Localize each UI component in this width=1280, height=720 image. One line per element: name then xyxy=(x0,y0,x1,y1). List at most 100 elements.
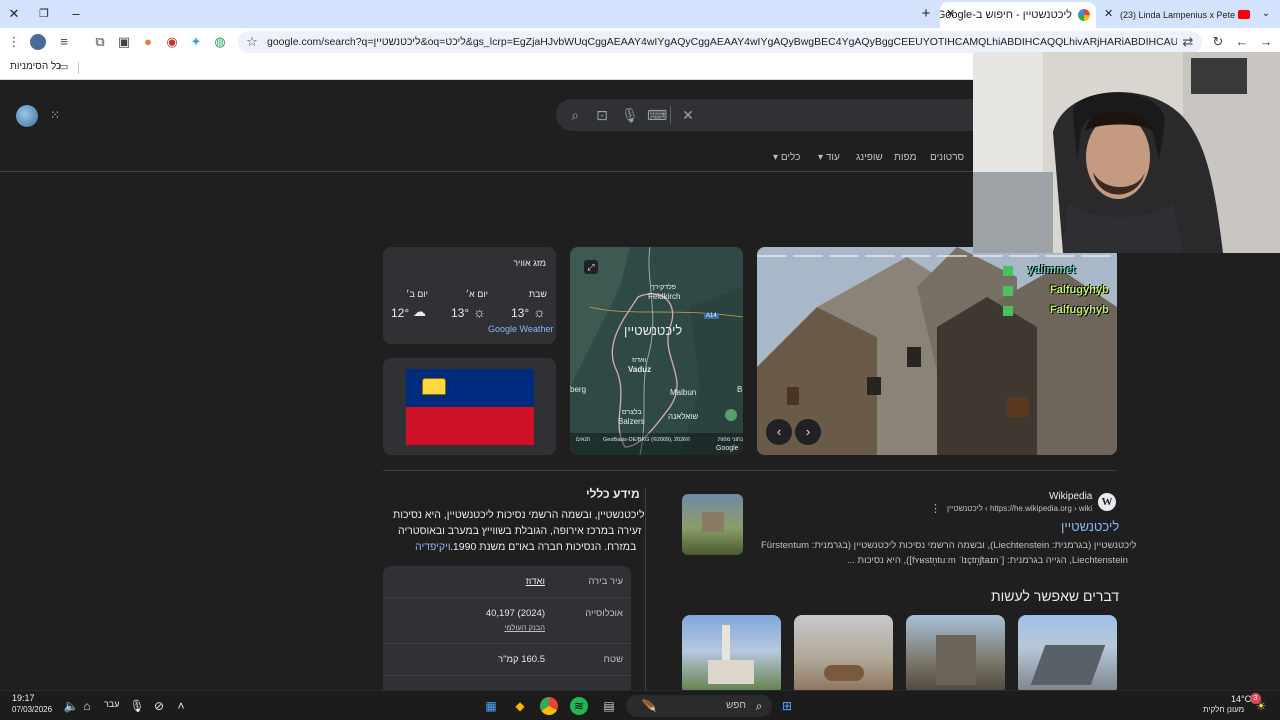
weather-temp-1: 13° xyxy=(511,306,530,320)
back-icon[interactable]: ← xyxy=(1234,34,1250,50)
tab-tools-label: כלים xyxy=(780,152,801,163)
photo-next-button[interactable]: › xyxy=(795,419,821,445)
reload-icon[interactable]: ↻ xyxy=(1210,34,1226,50)
castle-shape xyxy=(702,512,724,532)
map-card[interactable]: ⤢ פלדקירך Feldkirch A14 ליכטנשטיין ואדוז… xyxy=(570,247,743,455)
wiki-snippet-line1: ליכטנשטיין (בגרמנית: Liechtenstein), ובש… xyxy=(761,540,1137,551)
webcam-feed xyxy=(973,52,1280,253)
info-desc-line3: במזרח. הנסיכות חברה באו"ם משנת 1990. xyxy=(450,541,637,553)
info-label: שטח xyxy=(603,654,623,665)
wiki-thumbnail[interactable] xyxy=(682,494,743,555)
new-tab-icon[interactable]: + xyxy=(916,4,936,24)
weather-temp[interactable]: 14°C xyxy=(1231,694,1251,704)
map-label-malbun: Malbun xyxy=(670,388,697,397)
weather-card[interactable]: מזג אוויר שבת יום א׳ יום ב׳ 13° ☼ 13° ☼ … xyxy=(383,247,556,344)
language-indicator[interactable]: עבר xyxy=(104,699,119,709)
wiki-title-link[interactable]: ליכטנשטיין xyxy=(1061,519,1119,534)
tab-shopping[interactable]: שופינג xyxy=(856,152,883,163)
tab-search-chevron-icon[interactable]: ⌄ xyxy=(1256,4,1276,24)
weather-desc[interactable]: מעונן חלקית xyxy=(1203,705,1244,714)
wiki-breadcrumb[interactable]: https://he.wikipedia.org › wiki › ליכטנש… xyxy=(947,504,1092,513)
site-settings-icon[interactable]: ⇄ xyxy=(1180,34,1196,50)
extension-screen-icon[interactable]: ▣ xyxy=(116,34,132,50)
tab-youtube[interactable]: ✕ (23) Linda Lampenius x Pete Pa xyxy=(1100,2,1252,28)
clock-time[interactable]: 19:17 xyxy=(12,693,35,703)
start-button-icon[interactable]: ⊞ xyxy=(778,697,796,715)
tab-tools[interactable]: כלים ▾ xyxy=(773,152,800,163)
extension-orange-icon[interactable]: ● xyxy=(140,34,156,50)
thing-to-do-museum-modern[interactable] xyxy=(1018,615,1117,690)
map-data-label: נתוני מפות xyxy=(718,437,743,443)
google-account-avatar[interactable] xyxy=(16,105,38,127)
camera-off-icon[interactable]: ⊘ xyxy=(150,697,168,715)
url-text[interactable]: google.com/search?q=ליכטנשטיין&oq=ליכט&g… xyxy=(267,34,1177,50)
clock-date[interactable]: 07/03/2026 xyxy=(12,705,52,714)
tab-google-search[interactable]: ✕ ליכטנשטיין - חיפוש ב-Google xyxy=(940,2,1096,28)
microphone-icon[interactable]: 🎙 xyxy=(128,697,146,715)
profile-avatar[interactable] xyxy=(30,34,46,50)
task-view-icon[interactable]: ▦ xyxy=(482,697,500,715)
things-to-do-heading: דברים שאפשר לעשות xyxy=(991,588,1120,604)
info-label: עיר בירה xyxy=(588,576,623,587)
flag-card[interactable] xyxy=(383,358,556,455)
apps-grid-icon[interactable]: ⁙ xyxy=(50,109,62,121)
info-heading: מידע כללי xyxy=(586,487,640,501)
thing-to-do-church[interactable] xyxy=(682,615,781,690)
expand-map-icon[interactable]: ⤢ xyxy=(584,260,598,274)
file-explorer-icon[interactable]: ▤ xyxy=(600,697,618,715)
bookmark-star-icon[interactable]: ☆ xyxy=(244,34,260,50)
microphone-icon[interactable]: 🎙 xyxy=(621,107,639,123)
info-row-population: אוכלוסייה 40,197 (2024) הבנק העולמי xyxy=(383,598,631,644)
crown-icon xyxy=(422,378,446,395)
separator xyxy=(78,62,79,74)
wiki-source-name[interactable]: Wikipedia xyxy=(1049,491,1092,502)
tab-maps[interactable]: מפות xyxy=(894,152,916,163)
info-desc-line2: זעירה במרכז אירופה, הגובלת בשווייץ במערב… xyxy=(398,525,642,537)
app-icon[interactable]: ◆ xyxy=(511,697,529,715)
wikipedia-link[interactable]: ויקיפדיה xyxy=(415,541,451,553)
badge-icon xyxy=(1003,266,1013,276)
extension-red-icon[interactable]: ◉ xyxy=(164,34,180,50)
info-value-link[interactable]: ואדוז xyxy=(526,576,545,587)
map-label-berg: berg xyxy=(570,385,587,394)
taskbar-search-placeholder: חפש xyxy=(726,700,746,711)
lens-icon[interactable]: ⊡ xyxy=(594,107,610,123)
photo-prev-button[interactable]: ‹ xyxy=(766,419,792,445)
google-weather-link[interactable]: Google Weather xyxy=(488,324,553,334)
chrome-icon[interactable] xyxy=(540,697,558,715)
castle-photo-card[interactable]: ‹ › xyxy=(757,247,1117,455)
extensions-icon[interactable]: ⧉ xyxy=(92,34,108,50)
all-bookmarks-label[interactable]: כל הסימניות xyxy=(10,61,61,72)
clear-icon[interactable]: ✕ xyxy=(680,107,696,123)
extension-blue-icon[interactable]: ✦ xyxy=(188,34,204,50)
map-label-vaduz-he: ואדוז xyxy=(632,357,647,364)
network-icon[interactable]: ⌂ xyxy=(78,697,96,715)
tab-more-label: עוד xyxy=(825,152,840,163)
more-options-icon[interactable]: ⋮ xyxy=(930,502,941,515)
keyboard-icon[interactable]: ⌨ xyxy=(647,107,667,123)
search-icon[interactable]: ⌕ xyxy=(567,107,583,123)
folder-icon: ▭ xyxy=(58,61,69,73)
close-tab-icon[interactable]: ✕ xyxy=(1104,2,1113,26)
grammarly-icon[interactable]: ◍ xyxy=(212,34,228,50)
spotify-icon[interactable]: ≋ xyxy=(570,697,588,715)
map-label-b: B xyxy=(737,385,743,394)
map-terms[interactable]: תנאים xyxy=(576,437,590,443)
google-favicon-icon xyxy=(1078,9,1090,21)
minimize-window-icon[interactable]: – xyxy=(66,4,86,24)
info-source-link[interactable]: הבנק העולמי xyxy=(504,623,545,632)
youtube-favicon-icon xyxy=(1238,10,1250,19)
thing-to-do-castle[interactable] xyxy=(906,615,1005,690)
forward-icon[interactable]: → xyxy=(1258,34,1274,50)
tab-videos[interactable]: סרטונים xyxy=(930,152,964,163)
chevron-up-icon[interactable]: ˄ xyxy=(172,697,190,715)
restore-window-icon[interactable]: ❐ xyxy=(34,4,54,24)
divider xyxy=(645,487,646,690)
wiki-snippet-line2: Liechtenstein, הגייה בגרמנית: [ˈfʏʁstn̩t… xyxy=(847,555,1128,566)
reading-list-icon[interactable]: ≡ xyxy=(56,34,72,50)
menu-dots-icon[interactable]: ⋮ xyxy=(6,34,22,50)
close-window-icon[interactable]: ✕ xyxy=(4,4,24,24)
tab-more[interactable]: עוד ▾ xyxy=(818,152,840,163)
thing-to-do-museum[interactable] xyxy=(794,615,893,690)
map-credit: GeoBasis-DE/BKG (©2009), 2026© xyxy=(603,437,691,443)
